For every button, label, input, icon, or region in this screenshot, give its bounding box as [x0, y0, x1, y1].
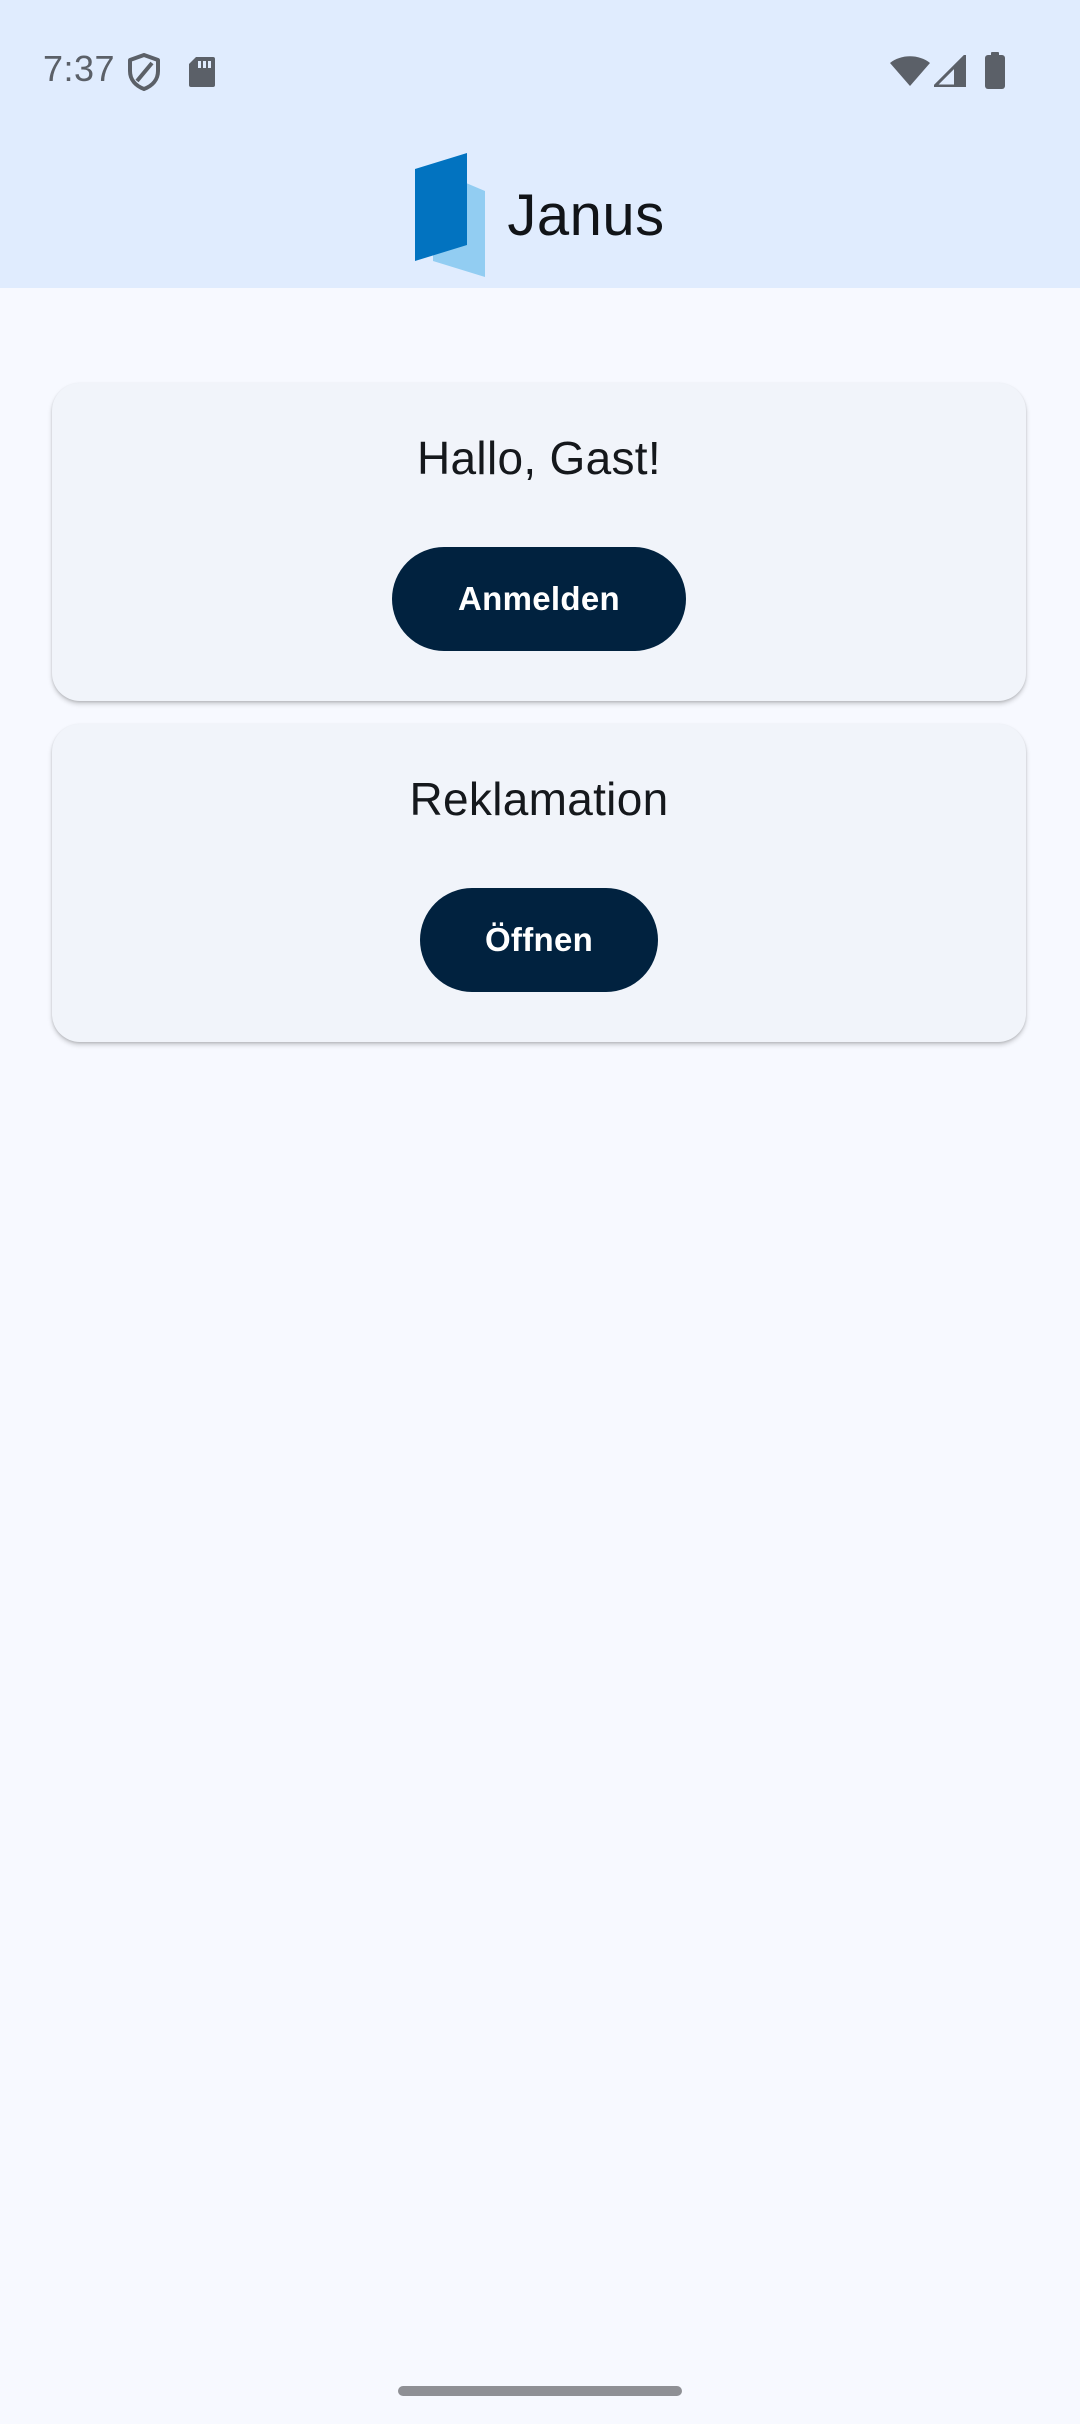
cellular-signal-icon	[934, 55, 966, 87]
shield-icon	[128, 53, 160, 91]
home-indicator[interactable]	[398, 2386, 682, 2396]
complaint-card: Reklamation Öffnen	[52, 724, 1026, 1042]
app-title: Janus	[507, 182, 665, 248]
sd-card-icon	[189, 57, 215, 87]
complaint-title: Reklamation	[409, 773, 669, 825]
status-time: 7:37	[43, 48, 116, 89]
app-header: 7:37 Janus	[0, 0, 1080, 288]
login-button[interactable]: Anmelden	[392, 547, 686, 651]
battery-icon	[985, 52, 1005, 89]
greeting-title: Hallo, Gast!	[417, 432, 661, 484]
wifi-icon	[890, 56, 930, 86]
app-logo-row: Janus	[0, 150, 1080, 280]
greeting-card: Hallo, Gast! Anmelden	[52, 383, 1026, 701]
open-complaint-button[interactable]: Öffnen	[420, 888, 658, 992]
janus-logo-icon	[415, 153, 486, 277]
status-bar: 7:37	[0, 0, 1080, 140]
